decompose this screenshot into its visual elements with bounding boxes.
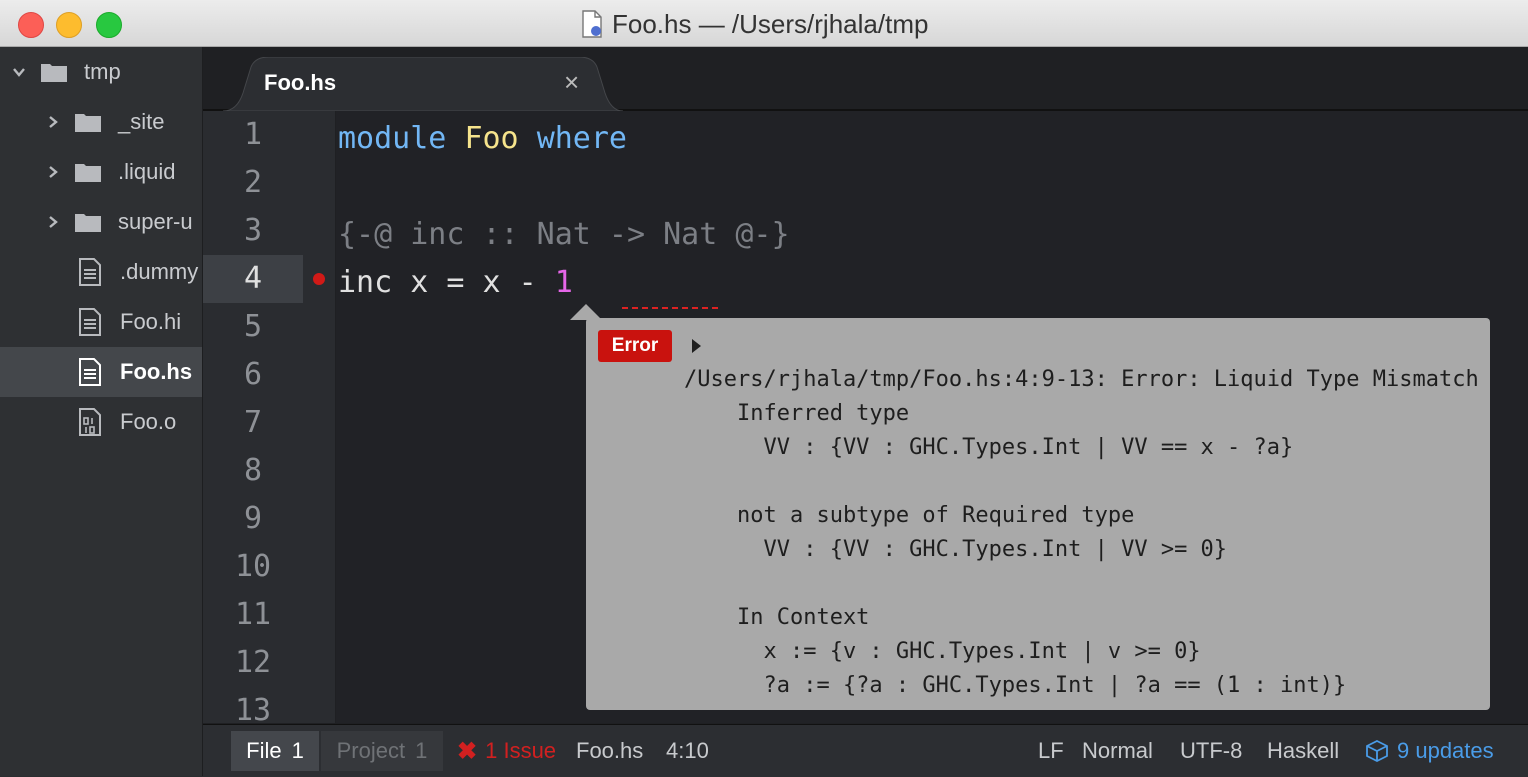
text-file-icon	[79, 358, 101, 386]
error-message-line: x := {v : GHC.Types.Int | v >= 0}	[684, 639, 1201, 664]
code-line-3: {-@ inc :: Nat -> Nat @-}	[338, 217, 790, 252]
tree-item-label: .dummy	[120, 259, 199, 284]
number-literal: 1	[554, 265, 573, 300]
line-number: 1	[243, 117, 263, 152]
tree-item-site[interactable]: _site	[0, 97, 202, 147]
close-window-button[interactable]	[18, 12, 44, 38]
title-bar: Foo.hs — /Users/rjhala/tmp	[0, 0, 1528, 47]
tree-item-foo-o[interactable]: Foo.o	[0, 397, 202, 447]
folder-icon	[75, 214, 101, 232]
keyword-where: where	[536, 121, 627, 156]
folder-icon	[41, 64, 67, 82]
tab-foo-hs[interactable]: Foo.hs ×	[223, 57, 623, 111]
maximize-window-button[interactable]	[96, 12, 122, 38]
line-number: 2	[243, 165, 263, 200]
tree-item-label: super-u	[118, 209, 193, 234]
tab-bar: Foo.hs ×	[203, 47, 1528, 111]
tree-item-label: Foo.hi	[120, 309, 182, 334]
tree-item-liquid[interactable]: .liquid	[0, 147, 202, 197]
grammar-selector[interactable]: Haskell	[1267, 731, 1339, 771]
encoding-selector[interactable]: UTF-8	[1180, 731, 1242, 771]
error-message-line: ?a := {?a : GHC.Types.Int | ?a == (1 : i…	[684, 673, 1347, 698]
line-number: 12	[234, 645, 272, 680]
error-message-line: /Users/rjhala/tmp/Foo.hs:4:9-13: Error: …	[684, 367, 1479, 392]
chevron-down-icon	[13, 68, 25, 77]
keyword-module: module	[338, 121, 447, 156]
expand-triangle-icon[interactable]	[692, 339, 701, 353]
error-message-line: VV : {VV : GHC.Types.Int | VV >= 0}	[684, 537, 1228, 562]
line-number: 11	[234, 597, 272, 632]
chevron-right-icon	[49, 166, 58, 178]
project-issues-tab[interactable]: Project 1	[321, 731, 443, 771]
status-filename[interactable]: Foo.hs	[576, 731, 643, 771]
line-number: 3	[243, 213, 263, 248]
text-file-icon	[79, 258, 101, 286]
error-message-line: Inferred type	[684, 401, 910, 426]
file-tab-count: 1	[291, 738, 304, 763]
line-number: 10	[234, 549, 272, 584]
file-tab-label: File	[246, 738, 282, 763]
tree-item-super-u[interactable]: super-u	[0, 197, 202, 247]
project-tab-count: 1	[415, 738, 428, 763]
line-number-active: 4	[203, 255, 303, 303]
tree-item-label: .liquid	[118, 159, 176, 184]
line-number: 13	[234, 693, 272, 723]
package-icon	[1366, 739, 1388, 763]
error-message-line: not a subtype of Required type	[684, 503, 1135, 528]
code-text: inc x = x -	[338, 265, 555, 300]
package-updates[interactable]: 9 updates	[1365, 731, 1494, 771]
error-badge: Error	[598, 330, 672, 362]
tab-close-icon[interactable]: ×	[564, 69, 579, 95]
cursor-position[interactable]: 4:10	[666, 731, 709, 771]
line-number: 5	[243, 309, 263, 344]
code-line-4: inc x = x - 1	[338, 259, 573, 307]
line-number-gutter: 1 2 3 4 5 6 7 8 9 10 11 12 13	[203, 111, 335, 723]
tab-label: Foo.hs	[264, 70, 337, 95]
tree-item-label: Foo.hs	[120, 359, 193, 384]
tree-item-foo-hi[interactable]: Foo.hi	[0, 297, 202, 347]
error-marker-icon[interactable]	[313, 273, 325, 285]
updates-label: 9 updates	[1397, 738, 1494, 763]
code-line-1: module Foo where	[338, 115, 627, 163]
chevron-right-icon	[49, 216, 58, 228]
chevron-right-icon	[49, 116, 58, 128]
window-title: Foo.hs — /Users/rjhala/tmp	[580, 8, 928, 40]
document-icon	[582, 10, 602, 38]
binary-file-icon	[79, 408, 101, 436]
minimize-window-button[interactable]	[56, 12, 82, 38]
issue-count[interactable]: ✖ 1 Issue	[457, 731, 556, 771]
tree-item-foo-hs[interactable]: Foo.hs	[0, 347, 202, 397]
issue-count-label: 1 Issue	[485, 738, 557, 763]
folder-icon	[75, 114, 101, 132]
line-number: 7	[243, 405, 263, 440]
module-name: Foo	[464, 121, 519, 156]
tree-item-label: Foo.o	[120, 409, 177, 434]
error-message-line: In Context	[684, 605, 870, 630]
tree-item-label: tmp	[84, 59, 121, 84]
text-file-icon	[79, 308, 101, 336]
window-title-text: Foo.hs — /Users/rjhala/tmp	[612, 8, 929, 39]
line-number: 6	[243, 357, 263, 392]
project-tab-label: Project	[336, 738, 406, 763]
error-message-line: VV : {VV : GHC.Types.Int | VV == x - ?a}	[684, 435, 1294, 460]
error-underline	[622, 307, 718, 309]
line-number: 9	[243, 501, 263, 536]
linter-error-popup[interactable]: Error /Users/rjhala/tmp/Foo.hs:4:9-13: E…	[586, 318, 1490, 710]
file-issues-tab[interactable]: File 1	[231, 731, 319, 771]
folder-icon	[75, 164, 101, 182]
tree-view[interactable]: tmp _site .liquid super-u .dummy Foo.hi …	[0, 47, 203, 776]
vim-mode-indicator[interactable]: Normal	[1082, 731, 1153, 771]
line-number: 8	[243, 453, 263, 488]
tree-root-tmp[interactable]: tmp	[0, 47, 202, 97]
tree-item-dummy[interactable]: .dummy	[0, 247, 202, 297]
line-ending-selector[interactable]: LF	[1038, 731, 1064, 771]
error-x-icon: ✖	[457, 737, 478, 765]
tree-item-label: _site	[118, 109, 165, 134]
status-bar: File 1 Project 1 ✖ 1 Issue Foo.hs 4:10 L…	[203, 724, 1528, 777]
